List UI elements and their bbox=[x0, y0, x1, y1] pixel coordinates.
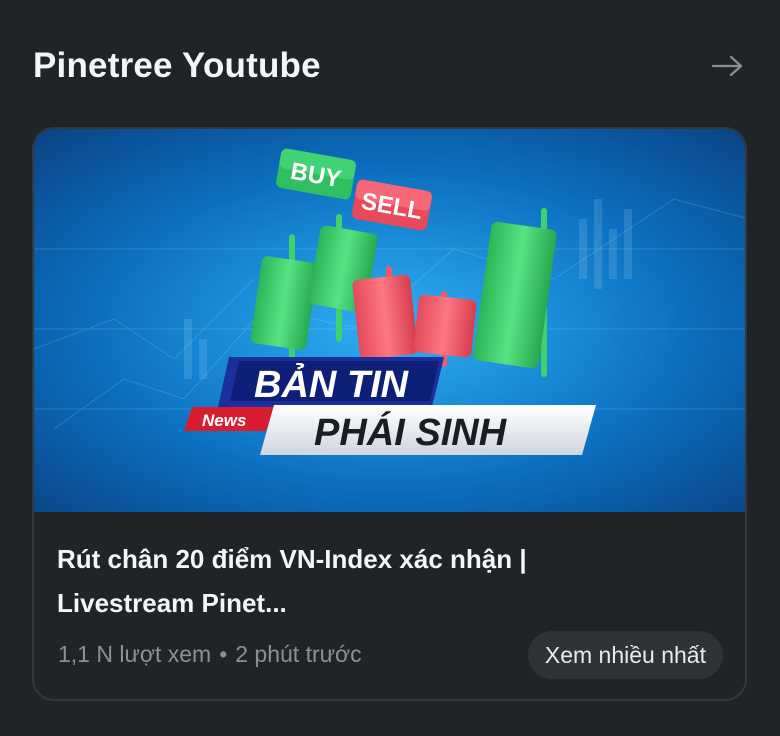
headline-line2: PHÁI SINH bbox=[314, 410, 508, 454]
section-title: Pinetree Youtube bbox=[33, 46, 321, 85]
video-title[interactable]: Rút chân 20 điểm VN-Index xác nhận | Liv… bbox=[57, 537, 657, 625]
meta-separator: • bbox=[219, 641, 228, 667]
video-card[interactable]: BUY SELL BẢN TIN News PHÁI SINH Rút chân… bbox=[32, 127, 747, 701]
time-ago: 2 phút trước bbox=[235, 641, 362, 667]
video-thumbnail[interactable]: BUY SELL BẢN TIN News PHÁI SINH bbox=[34, 129, 745, 512]
news-label: News bbox=[202, 411, 246, 430]
section-header: Pinetree Youtube bbox=[33, 40, 748, 92]
most-viewed-badge[interactable]: Xem nhiều nhất bbox=[527, 631, 723, 679]
arrow-right-icon bbox=[712, 55, 743, 77]
view-count: 1,1 N lượt xem bbox=[58, 641, 212, 667]
candle-red-1 bbox=[352, 266, 418, 372]
video-meta: 1,1 N lượt xem • 2 phút trước bbox=[58, 641, 362, 668]
headline-line1: BẢN TIN bbox=[254, 362, 410, 406]
see-all-button[interactable] bbox=[708, 46, 748, 86]
